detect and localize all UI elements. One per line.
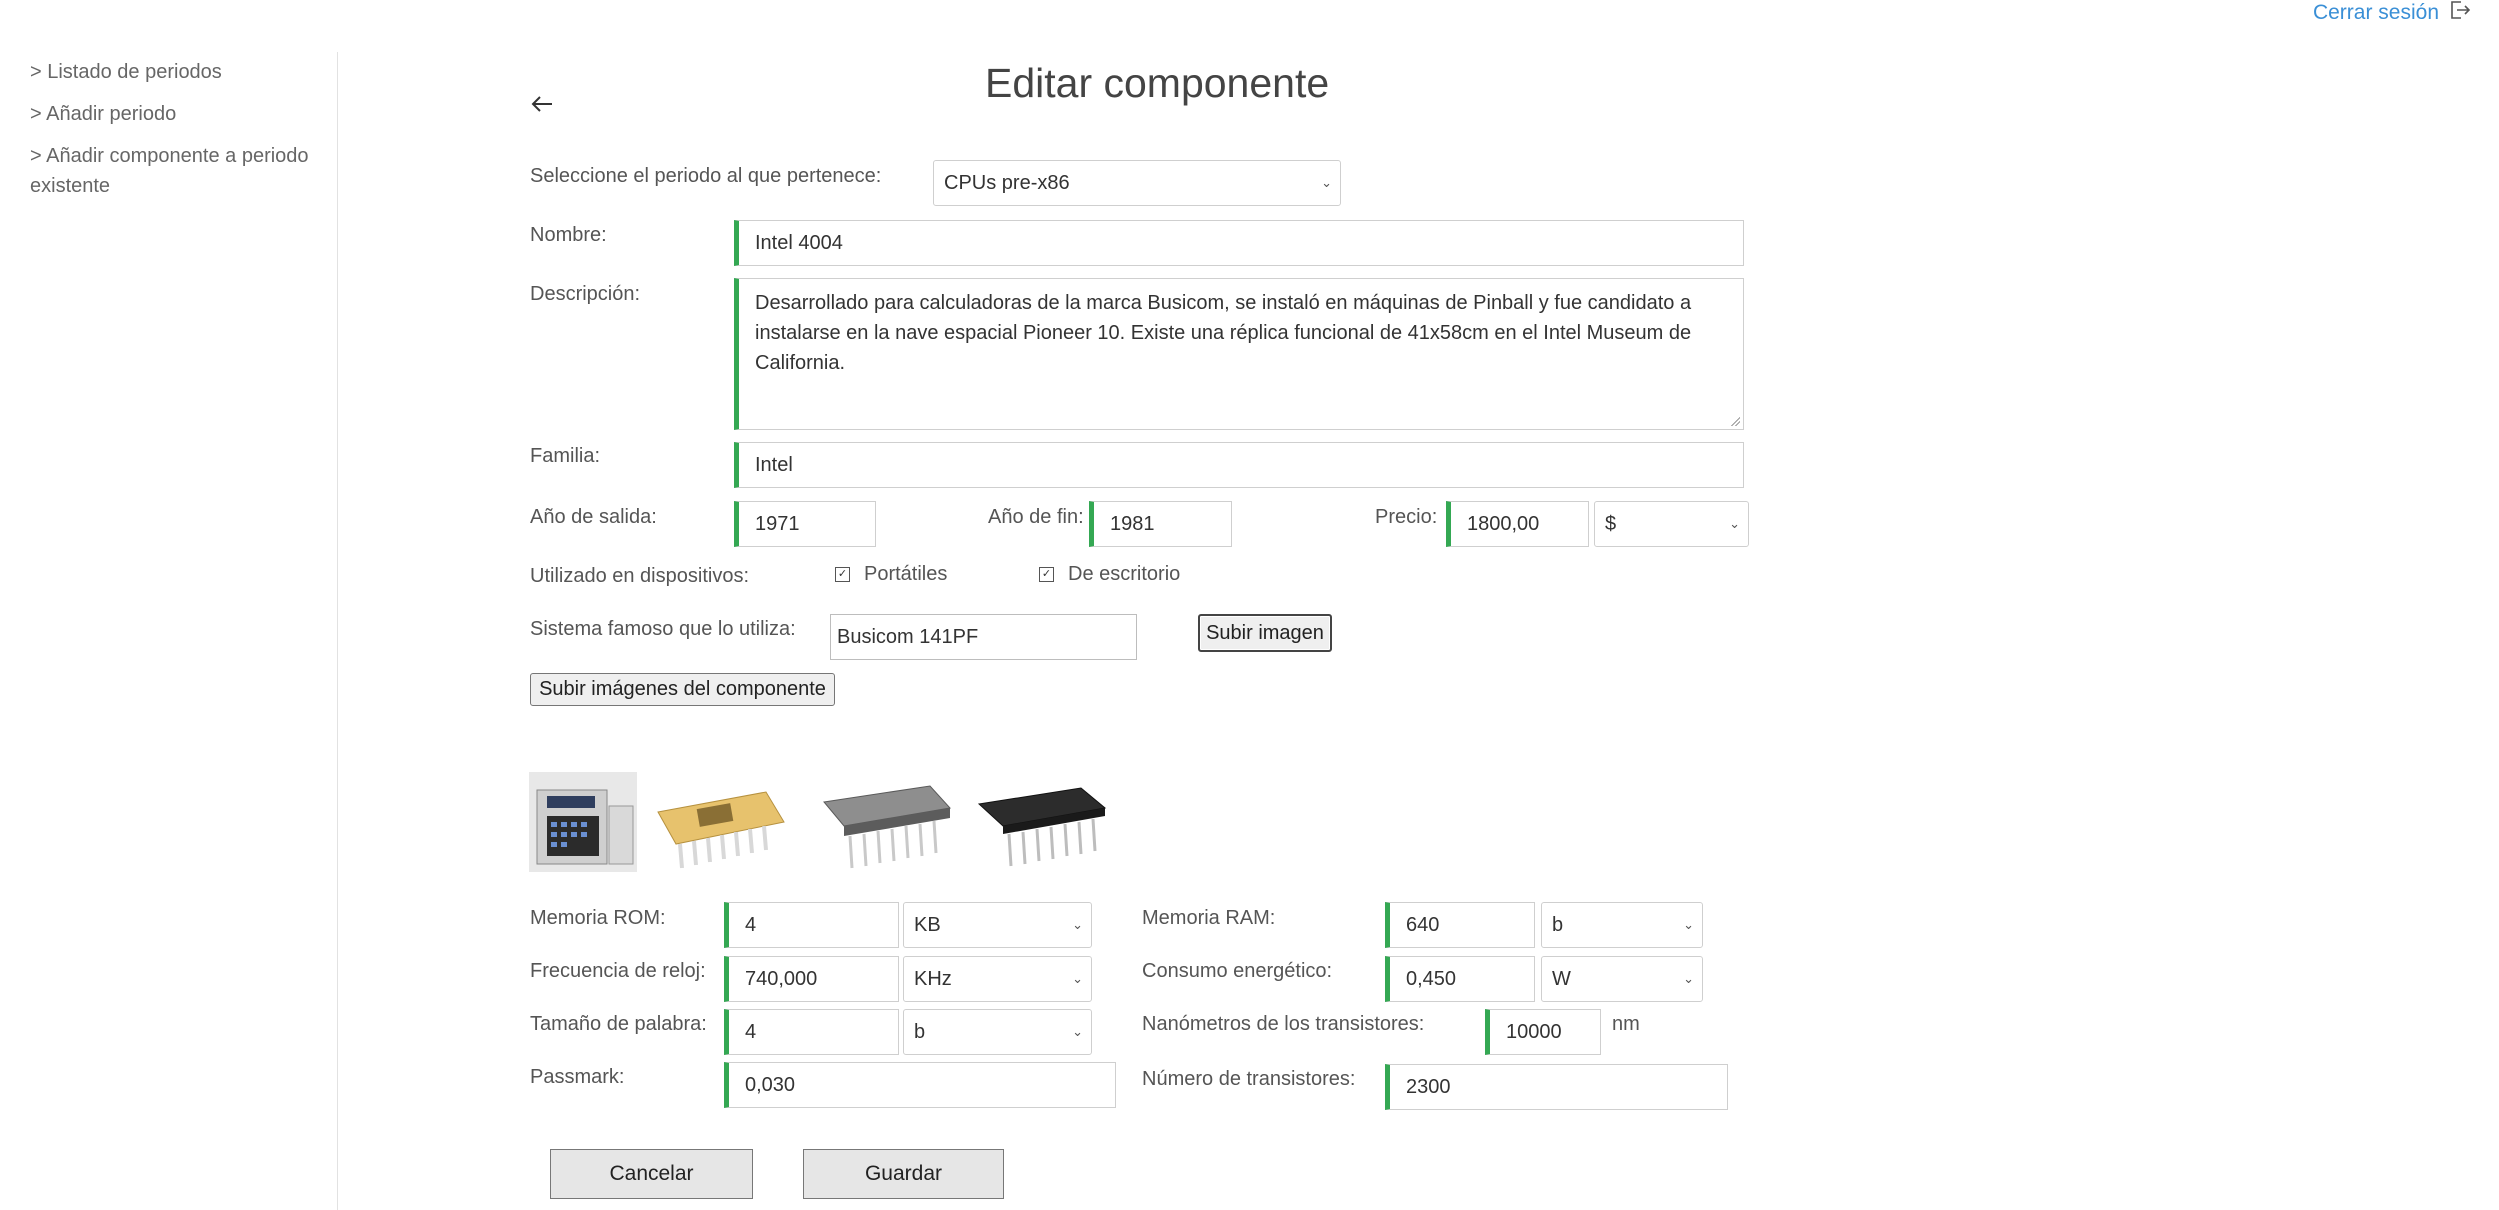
family-label: Familia: [530,445,601,467]
save-button[interactable]: Guardar [803,1149,1004,1199]
transistors-input[interactable]: 2300 [1385,1064,1728,1110]
resize-handle-icon[interactable] [1730,416,1740,426]
famous-system-input[interactable]: Busicom 141PF [830,614,1137,660]
family-input[interactable]: Intel [734,442,1744,488]
laptop-checkbox[interactable]: ✓ Portátiles [835,563,947,586]
power-unit-select[interactable]: W ⌄ [1541,956,1703,1002]
release-year-label: Año de salida: [530,506,657,528]
sidebar-item-add-period[interactable]: > Añadir periodo [30,99,176,129]
ram-unit-select[interactable]: b ⌄ [1541,902,1703,948]
chevron-down-icon: ⌄ [1072,917,1083,932]
nm-input[interactable]: 10000 [1485,1009,1601,1055]
price-label: Precio: [1375,506,1438,528]
period-select[interactable]: CPUs pre-x86 ⌄ [933,160,1341,206]
power-label: Consumo energético: [1142,960,1333,982]
sidebar-divider [337,52,338,1210]
transistors-label: Número de transistores: [1142,1068,1356,1090]
word-size-input[interactable]: 4 [724,1009,899,1055]
chevron-down-icon: ⌄ [1683,971,1694,986]
chevron-down-icon: ⌄ [1072,1024,1083,1039]
name-input[interactable]: Intel 4004 [734,220,1744,266]
word-size-unit-value: b [914,1020,926,1043]
word-size-label: Tamaño de palabra: [530,1013,707,1035]
component-image-thumbnail[interactable] [818,772,956,872]
ram-label: Memoria RAM: [1142,907,1276,929]
currency-value: $ [1605,512,1617,535]
chevron-down-icon: ⌄ [1321,175,1332,190]
currency-select[interactable]: $ ⌄ [1594,501,1749,547]
rom-unit-select[interactable]: KB ⌄ [903,902,1092,948]
power-unit-value: W [1552,967,1571,990]
clock-unit-value: KHz [914,967,952,990]
chevron-down-icon: ⌄ [1072,971,1083,986]
passmark-input[interactable]: 0,030 [724,1062,1116,1108]
component-image-thumbnail[interactable] [975,772,1113,872]
logout-label: Cerrar sesión [2312,1,2439,24]
period-label: Seleccione el periodo al que pertenece: [530,165,882,187]
page-title: Editar componente [985,60,1330,106]
checkbox-checked-icon: ✓ [1039,567,1054,582]
sidebar-item-add-component[interactable]: > Añadir componente a periodo existente [30,141,330,201]
word-size-unit-select[interactable]: b ⌄ [903,1009,1092,1055]
back-button[interactable] [530,90,554,121]
rom-unit-value: KB [914,913,941,936]
cancel-button[interactable]: Cancelar [550,1149,753,1199]
period-value: CPUs pre-x86 [944,171,1070,194]
chevron-down-icon: ⌄ [1683,917,1694,932]
ram-input[interactable]: 640 [1385,902,1535,948]
laptop-label: Portátiles [864,563,948,585]
sidebar-item-period-list[interactable]: > Listado de periodos [30,57,222,87]
price-input[interactable]: 1800,00 [1446,501,1589,547]
upload-component-images-button[interactable]: Subir imágenes del componente [530,673,835,706]
desktop-checkbox[interactable]: ✓ De escritorio [1039,563,1180,586]
end-year-input[interactable]: 1981 [1089,501,1232,547]
clock-label: Frecuencia de reloj: [530,960,706,982]
description-textarea[interactable]: Desarrollado para calculadoras de la mar… [734,278,1744,430]
famous-system-label: Sistema famoso que lo utiliza: [530,618,796,640]
chevron-down-icon: ⌄ [1729,516,1740,531]
description-text: Desarrollado para calculadoras de la mar… [755,292,1692,374]
power-input[interactable]: 0,450 [1385,956,1535,1002]
checkbox-checked-icon: ✓ [835,567,850,582]
nm-unit: nm [1612,1013,1640,1035]
release-year-input[interactable]: 1971 [734,501,876,547]
upload-image-button[interactable]: Subir imagen [1198,614,1332,652]
arrow-left-icon [531,96,552,112]
end-year-label: Año de fin: [988,506,1084,528]
passmark-label: Passmark: [530,1066,625,1088]
rom-input[interactable]: 4 [724,902,899,948]
ram-unit-value: b [1552,913,1564,936]
name-label: Nombre: [530,224,607,246]
component-image-thumbnail[interactable] [646,772,792,872]
clock-unit-select[interactable]: KHz ⌄ [903,956,1092,1002]
logout-icon [2449,0,2471,26]
clock-input[interactable]: 740,000 [724,956,899,1002]
component-image-thumbnail[interactable] [529,772,637,872]
desktop-label: De escritorio [1068,563,1181,585]
nm-label: Nanómetros de los transistores: [1142,1013,1425,1035]
rom-label: Memoria ROM: [530,907,666,929]
devices-label: Utilizado en dispositivos: [530,565,749,587]
logout-link[interactable]: Cerrar sesión [2313,0,2471,26]
description-label: Descripción: [530,283,641,305]
